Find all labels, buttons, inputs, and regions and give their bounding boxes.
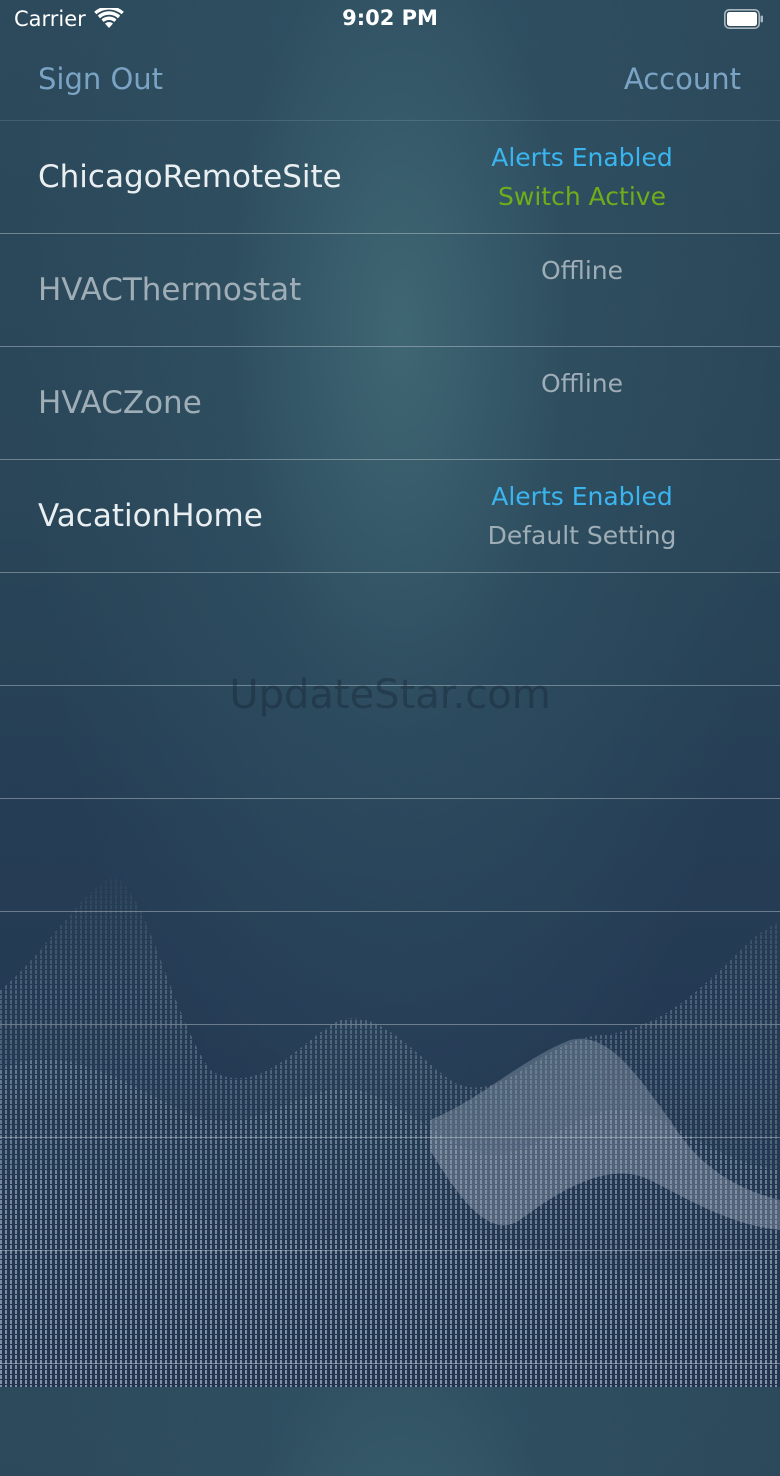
alerts-status: Alerts Enabled [491, 143, 673, 172]
alerts-status: Alerts Enabled [491, 482, 673, 511]
navigation-bar: Sign Out Account [0, 40, 780, 120]
account-button[interactable]: Account [624, 62, 741, 96]
offline-status: Offline [540, 369, 624, 398]
empty-row [0, 573, 780, 686]
site-row-vacationhome[interactable]: VacationHome Alerts Enabled Default Sett… [0, 460, 780, 573]
empty-row [0, 1138, 780, 1251]
empty-row [0, 1025, 780, 1138]
site-list: ChicagoRemoteSite Alerts Enabled Switch … [0, 120, 780, 1476]
empty-row [0, 686, 780, 799]
empty-row [0, 912, 780, 1025]
site-row-hvaczone[interactable]: HVACZone Offline [0, 347, 780, 460]
battery-icon [724, 9, 763, 29]
empty-row [0, 1251, 780, 1364]
status-time: 9:02 PM [342, 6, 438, 30]
site-row-hvacthermostat[interactable]: HVACThermostat Offline [0, 234, 780, 347]
site-name: ChicagoRemoteSite [38, 159, 342, 195]
site-row-chicagoremotesite[interactable]: ChicagoRemoteSite Alerts Enabled Switch … [0, 120, 780, 234]
empty-row [0, 799, 780, 912]
site-name: HVACThermostat [38, 272, 302, 308]
status-bar: Carrier 9:02 PM [0, 0, 780, 40]
switch-status: Switch Active [498, 182, 666, 211]
offline-status: Offline [540, 256, 624, 285]
setting-status: Default Setting [487, 521, 677, 550]
site-name: HVACZone [38, 385, 202, 421]
site-name: VacationHome [38, 498, 263, 534]
empty-row [0, 1364, 780, 1476]
sign-out-button[interactable]: Sign Out [38, 62, 163, 96]
